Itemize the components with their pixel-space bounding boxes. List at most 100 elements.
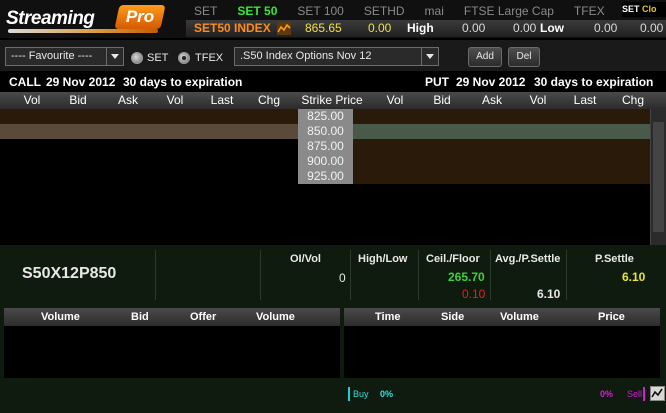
strike-900[interactable]: 900.00 (298, 154, 353, 169)
call-label: CALL (9, 75, 41, 89)
tab-set[interactable]: SET (184, 3, 227, 19)
floor-value: 0.10 (462, 287, 486, 301)
col-call-chg[interactable]: Chg (249, 92, 289, 109)
trade-col-time: Time (375, 311, 401, 323)
option-column-header: Vol Bid Ask Vol Last Chg Strike Price Vo… (0, 92, 666, 109)
bidoffer-header: Volume Bid Offer Volume (4, 308, 340, 326)
col-put-last[interactable]: Last (565, 92, 605, 109)
strike-price-column: 825.00 850.00 875.00 900.00 925.00 (298, 109, 353, 184)
trade-col-side: Side (441, 311, 465, 323)
bidoffer-col-bid: Bid (131, 311, 149, 323)
tab-sethd[interactable]: SETHD (354, 3, 415, 19)
col-put-vol2[interactable]: Vol (518, 92, 558, 109)
put-date: 29 Nov 2012 (456, 75, 526, 89)
radio-tfex-label: TFEX (195, 52, 224, 64)
chart-icon[interactable] (650, 386, 665, 401)
divider (350, 250, 351, 300)
divider (155, 250, 156, 300)
trade-header: Time Side Volume Price (344, 308, 660, 326)
ticker-low-label: Low (540, 21, 564, 35)
strike-850[interactable]: 850.00 (298, 124, 353, 139)
col-call-vol[interactable]: Vol (12, 92, 52, 109)
grid-scrollbar[interactable] (650, 109, 666, 245)
col-put-bid[interactable]: Bid (422, 92, 462, 109)
tab-tfex[interactable]: TFEX (564, 3, 615, 19)
strike-875[interactable]: 875.00 (298, 139, 353, 154)
col-call-vol2[interactable]: Vol (155, 92, 195, 109)
scrollbar-thumb[interactable] (653, 122, 664, 232)
trade-table-body (344, 326, 660, 378)
trade-col-volume: Volume (500, 311, 539, 323)
index-tabs: SET SET 50 SET 100 SETHD mai FTSE Large … (184, 3, 615, 19)
ticker-index-name: SET50 INDEX (194, 21, 271, 35)
radio-set-label: SET (147, 52, 169, 64)
expiration-bar: CALL 29 Nov 2012 30 days to expiration P… (0, 73, 666, 91)
selected-symbol: S50X12P850 (22, 265, 117, 282)
sell-indicator-bar (643, 387, 645, 401)
logo-text: Streaming (6, 8, 95, 29)
buy-label: Buy (353, 389, 369, 399)
ticker-high-a: 0.00 (462, 21, 486, 35)
col-put-chg[interactable]: Chg (613, 92, 653, 109)
sell-percent: 0% (600, 389, 614, 399)
tab-mai[interactable]: mai (415, 3, 454, 19)
divider (490, 250, 491, 300)
favourite-select[interactable]: ---- Favourite ---- (5, 47, 124, 66)
ceil-floor-label: Ceil./Floor (426, 253, 480, 265)
radio-tfex[interactable] (178, 52, 190, 64)
streaming-pro-logo: Streaming Pro (6, 4, 166, 34)
call-date: 29 Nov 2012 (46, 75, 116, 89)
del-button[interactable]: Del (508, 47, 540, 67)
index-ticker: SET50 INDEX 865.65 0.00 High 0.00 0.00 L… (186, 20, 666, 37)
bidoffer-col-volume: Volume (41, 311, 80, 323)
oi-vol-value: 0 (339, 271, 346, 285)
avg-settle-value: 6.10 (537, 287, 561, 301)
bidoffer-table-body (4, 326, 340, 378)
logo-badge: Pro (114, 5, 166, 29)
buy-percent: 0% (380, 389, 394, 399)
divider (260, 250, 261, 300)
psettle-label: P.Settle (595, 253, 634, 265)
tab-set50[interactable]: SET 50 (227, 3, 287, 19)
bidoffer-col-offer: Offer (190, 311, 217, 323)
chevron-down-icon (421, 48, 438, 65)
market-status-market: SET (622, 4, 640, 14)
favourite-select-value: ---- Favourite ---- (11, 50, 93, 62)
avg-settle-label: Avg./P.Settle (495, 253, 561, 265)
chevron-down-icon (106, 48, 123, 65)
strike-925[interactable]: 925.00 (298, 169, 353, 184)
sell-label: Sell (627, 389, 643, 399)
ticker-high-label: High (407, 21, 434, 35)
col-strike-price[interactable]: Strike Price (297, 92, 367, 109)
market-status-value: Clo (642, 4, 657, 14)
divider (418, 250, 419, 300)
tab-ftse-large-cap[interactable]: FTSE Large Cap (454, 3, 564, 19)
oi-vol-label: OI/Vol (290, 253, 321, 265)
high-low-label: High/Low (358, 253, 408, 265)
col-call-bid[interactable]: Bid (58, 92, 98, 109)
ceil-value: 265.70 (448, 270, 485, 284)
bidoffer-col-volume2: Volume (256, 311, 295, 323)
col-call-ask[interactable]: Ask (108, 92, 148, 109)
col-call-last[interactable]: Last (202, 92, 242, 109)
strike-825[interactable]: 825.00 (298, 109, 353, 124)
col-put-vol[interactable]: Vol (375, 92, 415, 109)
col-put-ask[interactable]: Ask (472, 92, 512, 109)
logo-swoosh (8, 29, 158, 33)
series-select[interactable]: .S50 Index Options Nov 12 (234, 47, 439, 66)
radio-set[interactable] (131, 52, 143, 64)
buy-indicator-bar (348, 387, 350, 401)
psettle-value: 6.10 (622, 270, 646, 284)
put-expiry: 30 days to expiration (534, 75, 654, 89)
call-expiry: 30 days to expiration (123, 75, 243, 89)
ticker-last: 865.65 (305, 21, 342, 35)
divider (566, 250, 567, 300)
tab-set100[interactable]: SET 100 (287, 3, 353, 19)
add-button[interactable]: Add (468, 47, 502, 67)
trend-icon (277, 22, 291, 40)
series-select-value: .S50 Index Options Nov 12 (240, 50, 372, 62)
trade-col-price: Price (598, 311, 625, 323)
ticker-change: 0.00 (368, 21, 392, 35)
ticker-low-b: 0.00 (640, 21, 664, 35)
market-status: SET Clo (622, 2, 666, 17)
